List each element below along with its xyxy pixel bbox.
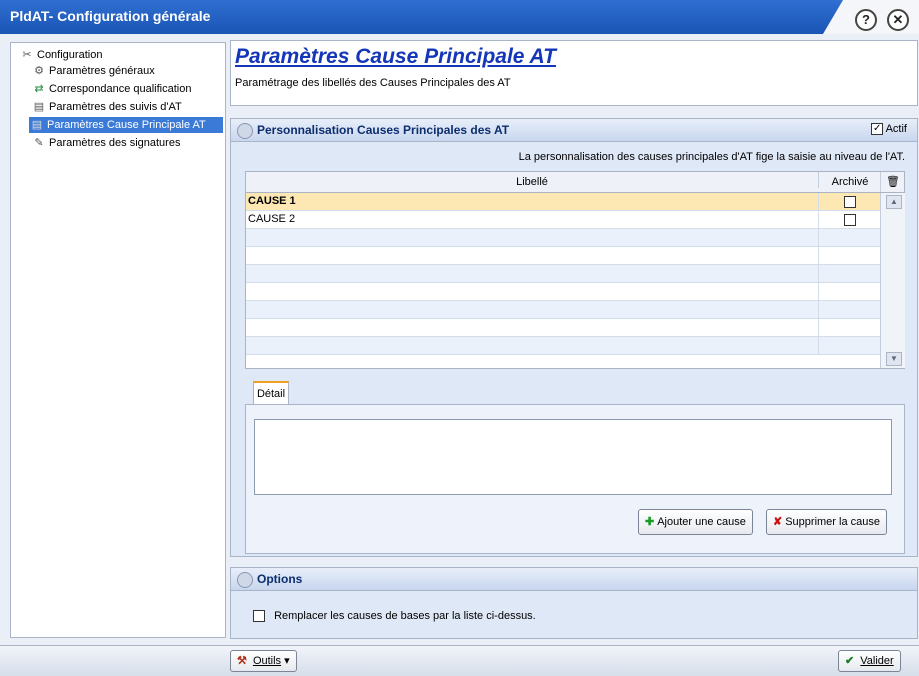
archive-cell [818,319,881,336]
archive-cell [818,265,881,282]
check-icon: ✔ [845,655,855,667]
page-icon: ▤ [33,101,45,113]
archive-cell [818,283,881,300]
actif-label: Actif [885,123,907,135]
tree-item-label: Paramètres Cause Principale AT [47,119,206,131]
table-row[interactable]: CAUSE 2 [246,211,880,229]
replace-causes-checkbox[interactable] [253,610,265,623]
title-bar: PldAT- Configuration générale ? ✕ [0,0,919,34]
table-row[interactable] [246,265,880,283]
archive-cell [818,247,881,264]
tree-item-cause-principale[interactable]: ▤ Paramètres Cause Principale AT [29,117,223,133]
page-header: Paramètres Cause Principale AT Paramétra… [230,40,918,106]
replace-causes-option[interactable]: Remplacer les causes de bases par la lis… [253,610,536,623]
options-section-title: Options [257,572,303,586]
tree-item-label: Correspondance qualification [49,83,192,95]
table-row[interactable] [246,301,880,319]
table-row[interactable] [246,247,880,265]
validate-label: Valider [860,655,894,667]
section-icon [237,572,253,588]
window-title: PldAT- Configuration générale [10,8,211,24]
validate-button[interactable]: ✔ Valider [838,650,901,672]
help-icon[interactable]: ? [855,9,877,31]
tree-item-parametres-generaux[interactable]: ⚙ Paramètres généraux [31,63,155,79]
cause-label[interactable]: CAUSE 2 [248,213,295,225]
info-text: La personnalisation des causes principal… [518,151,905,163]
tools-icon: ✂ [22,49,32,61]
delete-icon: ✘ [773,516,783,528]
delete-cause-label: Supprimer la cause [785,516,880,528]
cause-label[interactable]: CAUSE 1 [248,195,296,207]
column-header-libelle[interactable]: Libellé [246,176,818,188]
table-row[interactable]: CAUSE 1 [246,193,880,211]
tree-root-label: Configuration [37,49,103,61]
archive-cell [818,337,881,354]
archive-checkbox[interactable] [844,214,856,226]
tree-item-label: Paramètres des signatures [49,137,181,149]
trash-icon[interactable]: 🗑 [880,172,905,192]
actif-checkbox[interactable]: ✓ Actif [871,123,907,136]
archive-cell [818,229,881,246]
section-icon [237,123,253,139]
table-row[interactable] [246,337,880,355]
config-tree: ✂ Configuration ⚙ Paramètres généraux ⇄ Cor… [10,42,226,638]
table-scrollbar[interactable]: ▲ ▼ [880,193,905,368]
replace-causes-label: Remplacer les causes de bases par la lis… [274,610,536,622]
archive-cell [818,211,881,228]
add-cause-button[interactable]: ✚ Ajouter une cause [638,509,753,535]
page-subtitle: Paramétrage des libellés des Causes Prin… [235,77,511,89]
tools-icon: ⚒ [237,655,247,667]
tree-item-signatures[interactable]: ✎ Paramètres des signatures [31,135,180,151]
archive-cell [818,301,881,318]
add-cause-label: Ajouter une cause [657,516,746,528]
options-section-header: Options [231,568,917,591]
pen-icon: ✎ [34,137,44,149]
scroll-down-icon[interactable]: ▼ [886,352,902,366]
bottom-toolbar: ⚒ Outils ▾ ✔ Valider [0,645,919,676]
arrows-icon: ⇄ [34,83,44,95]
plus-icon: ✚ [645,516,655,528]
table-row[interactable] [246,283,880,301]
page-icon: ▤ [31,119,43,131]
column-header-archive[interactable]: Archivé [818,172,881,188]
causes-section-header: Personnalisation Causes Principales des … [231,119,917,142]
causes-section-title: Personnalisation Causes Principales des … [257,123,510,137]
delete-cause-button[interactable]: ✘ Supprimer la cause [766,509,887,535]
tab-detail[interactable]: Détail [253,381,289,405]
tree-root-configuration[interactable]: ✂ Configuration [19,47,102,63]
page-title: Paramètres Cause Principale AT [235,45,556,68]
causes-table: Libellé Archivé 🗑 CAUSE 1 CAUSE 2 ▲ ▼ [245,171,905,369]
archive-checkbox[interactable] [844,196,856,208]
archive-cell [818,193,881,210]
detail-textarea[interactable] [254,419,892,495]
tree-item-label: Paramètres des suivis d'AT [49,101,182,113]
actif-check-box[interactable]: ✓ [871,123,884,136]
table-row[interactable] [246,319,880,337]
tree-item-correspondance[interactable]: ⇄ Correspondance qualification [31,81,191,97]
tools-label: Outils [252,655,282,667]
close-icon[interactable]: ✕ [887,9,909,31]
tree-item-label: Paramètres généraux [49,65,155,77]
table-header: Libellé Archivé 🗑 [246,172,904,193]
tools-button[interactable]: ⚒ Outils ▾ [230,650,297,672]
detail-panel: ✚ Ajouter une cause ✘ Supprimer la cause [245,404,905,554]
scroll-up-icon[interactable]: ▲ [886,195,902,209]
tree-item-suivis[interactable]: ▤ Paramètres des suivis d'AT [31,99,182,115]
options-section: Options Remplacer les causes de bases pa… [230,567,918,639]
chevron-down-icon: ▾ [284,655,290,667]
causes-section: Personnalisation Causes Principales des … [230,118,918,557]
table-row[interactable] [246,229,880,247]
gear-icon: ⚙ [34,65,44,77]
